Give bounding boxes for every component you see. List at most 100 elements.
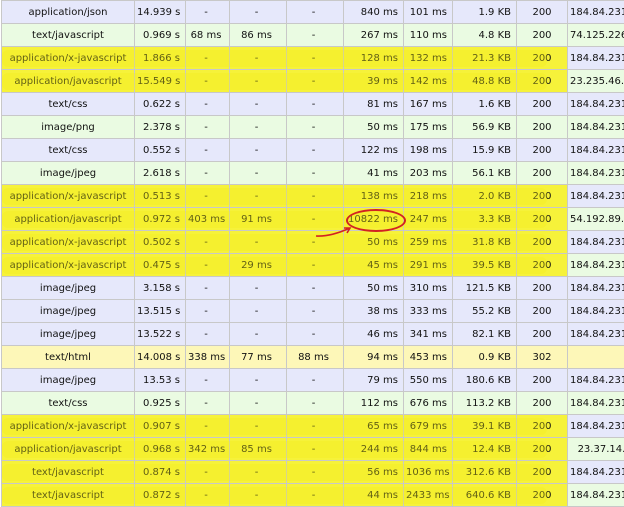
receive-cell: 175 ms: [404, 116, 453, 139]
table-row[interactable]: image/jpeg13.515 s---38 ms333 ms55.2 KB2…: [2, 300, 624, 323]
table-row[interactable]: application/x-javascript0.513 s---138 ms…: [2, 185, 624, 208]
ip-address-cell: 184.84.231.47: [568, 415, 624, 438]
receive-cell: 676 ms: [404, 392, 453, 415]
table-row[interactable]: application/json14.939 s---840 ms101 ms1…: [2, 1, 624, 24]
status-cell: 200: [517, 254, 568, 277]
start-cell: 244 ms: [344, 438, 404, 461]
ssl-cell: -: [230, 323, 287, 346]
content-type-cell: image/png: [2, 116, 135, 139]
ip-address-cell: 23.235.46.175: [568, 70, 624, 93]
content-type-cell: application/x-javascript: [2, 231, 135, 254]
size-cell: 4.8 KB: [453, 24, 517, 47]
receive-cell: 2433 ms: [404, 484, 453, 507]
size-cell: 113.2 KB: [453, 392, 517, 415]
status-cell: 302: [517, 346, 568, 369]
table-row[interactable]: application/x-javascript0.907 s---65 ms6…: [2, 415, 624, 438]
connect-cell: -: [186, 185, 230, 208]
content-type-cell: text/css: [2, 139, 135, 162]
total-time-cell: 13.515 s: [135, 300, 186, 323]
table-row[interactable]: image/png2.378 s---50 ms175 ms56.9 KB200…: [2, 116, 624, 139]
table-row[interactable]: text/css0.552 s---122 ms198 ms15.9 KB200…: [2, 139, 624, 162]
status-cell: 200: [517, 231, 568, 254]
total-time-cell: 0.968 s: [135, 438, 186, 461]
status-cell: 200: [517, 70, 568, 93]
table-row[interactable]: text/html14.008 s338 ms77 ms88 ms94 ms45…: [2, 346, 624, 369]
table-row[interactable]: text/javascript0.969 s68 ms86 ms-267 ms1…: [2, 24, 624, 47]
status-cell: 200: [517, 438, 568, 461]
table-row[interactable]: text/css0.925 s---112 ms676 ms113.2 KB20…: [2, 392, 624, 415]
size-cell: 640.6 KB: [453, 484, 517, 507]
content-type-cell: text/css: [2, 392, 135, 415]
table-row[interactable]: text/css0.622 s---81 ms167 ms1.6 KB20018…: [2, 93, 624, 116]
table-row[interactable]: application/javascript0.968 s342 ms85 ms…: [2, 438, 624, 461]
ip-address-cell: 184.84.231.47: [568, 47, 624, 70]
wait-cell: -: [287, 24, 344, 47]
ssl-cell: 77 ms: [230, 346, 287, 369]
ssl-cell: -: [230, 484, 287, 507]
status-cell: 200: [517, 300, 568, 323]
table-row[interactable]: image/jpeg3.158 s---50 ms310 ms121.5 KB2…: [2, 277, 624, 300]
content-type-cell: application/x-javascript: [2, 254, 135, 277]
table-row[interactable]: application/javascript15.549 s---39 ms14…: [2, 70, 624, 93]
start-cell: 138 ms: [344, 185, 404, 208]
content-type-cell: application/javascript: [2, 438, 135, 461]
ip-address-cell: 184.84.231.47: [568, 392, 624, 415]
table-row[interactable]: text/javascript0.874 s---56 ms1036 ms312…: [2, 461, 624, 484]
receive-cell: 453 ms: [404, 346, 453, 369]
table-row[interactable]: image/jpeg13.522 s---46 ms341 ms82.1 KB2…: [2, 323, 624, 346]
start-cell: 122 ms: [344, 139, 404, 162]
start-cell: 50 ms: [344, 116, 404, 139]
total-time-cell: 0.622 s: [135, 93, 186, 116]
content-type-cell: image/jpeg: [2, 323, 135, 346]
ssl-cell: -: [230, 231, 287, 254]
wait-cell: -: [287, 139, 344, 162]
receive-cell: 167 ms: [404, 93, 453, 116]
start-cell: 41 ms: [344, 162, 404, 185]
ip-address-cell: 74.125.226.25: [568, 24, 624, 47]
total-time-cell: 0.874 s: [135, 461, 186, 484]
table-row[interactable]: application/x-javascript1.866 s---128 ms…: [2, 47, 624, 70]
ip-address-cell: 184.84.231.47: [568, 231, 624, 254]
table-row[interactable]: text/javascript0.872 s---44 ms2433 ms640…: [2, 484, 624, 507]
start-cell: 50 ms: [344, 231, 404, 254]
ssl-cell: -: [230, 415, 287, 438]
connect-cell: -: [186, 116, 230, 139]
receive-cell: 550 ms: [404, 369, 453, 392]
table-row[interactable]: image/jpeg13.53 s---79 ms550 ms180.6 KB2…: [2, 369, 624, 392]
size-cell: 15.9 KB: [453, 139, 517, 162]
ip-address-cell: 184.84.231.47: [568, 484, 624, 507]
wait-cell: -: [287, 323, 344, 346]
ip-address-cell: 184.84.231.47: [568, 323, 624, 346]
start-cell: 45 ms: [344, 254, 404, 277]
wait-cell: -: [287, 162, 344, 185]
ssl-cell: -: [230, 93, 287, 116]
receive-cell: 247 ms: [404, 208, 453, 231]
wait-cell: -: [287, 93, 344, 116]
start-cell: 46 ms: [344, 323, 404, 346]
connect-cell: -: [186, 484, 230, 507]
content-type-cell: text/html: [2, 346, 135, 369]
status-cell: 200: [517, 93, 568, 116]
start-cell: 10822 ms: [344, 208, 404, 231]
status-cell: 200: [517, 392, 568, 415]
receive-cell: 132 ms: [404, 47, 453, 70]
ssl-cell: -: [230, 300, 287, 323]
size-cell: 56.1 KB: [453, 162, 517, 185]
connect-cell: -: [186, 323, 230, 346]
ssl-cell: -: [230, 139, 287, 162]
connect-cell: -: [186, 139, 230, 162]
ip-address-cell: 184.84.231.47: [568, 162, 624, 185]
status-cell: 200: [517, 323, 568, 346]
table-row[interactable]: application/x-javascript0.475 s-29 ms-45…: [2, 254, 624, 277]
connect-cell: 342 ms: [186, 438, 230, 461]
status-cell: 200: [517, 415, 568, 438]
table-row[interactable]: image/jpeg2.618 s---41 ms203 ms56.1 KB20…: [2, 162, 624, 185]
table-row[interactable]: application/x-javascript0.502 s---50 ms2…: [2, 231, 624, 254]
ssl-cell: 91 ms: [230, 208, 287, 231]
connect-cell: -: [186, 277, 230, 300]
wait-cell: -: [287, 300, 344, 323]
wait-cell: -: [287, 369, 344, 392]
start-cell: 112 ms: [344, 392, 404, 415]
table-row[interactable]: application/javascript0.972 s403 ms91 ms…: [2, 208, 624, 231]
connect-cell: -: [186, 254, 230, 277]
